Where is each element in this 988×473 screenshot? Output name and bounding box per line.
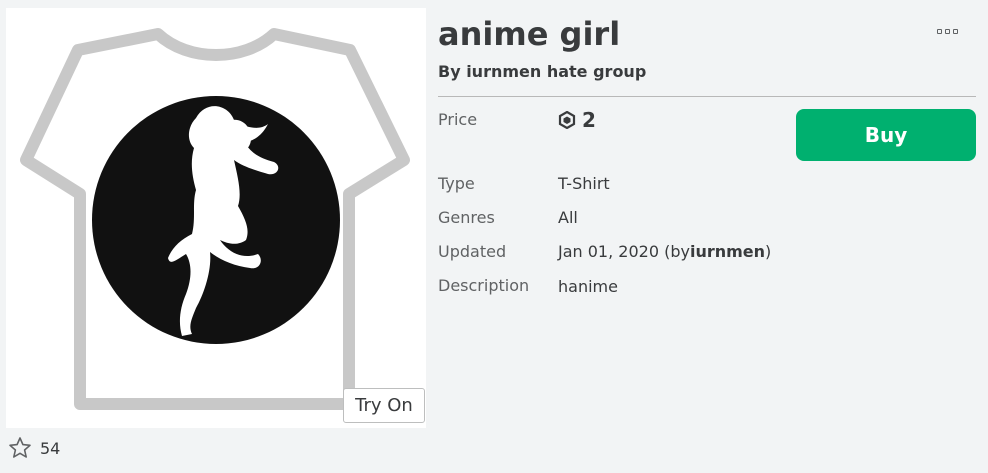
item-thumbnail: Try On	[6, 8, 426, 428]
creator-link[interactable]: By iurnmen hate group	[438, 62, 646, 81]
robux-icon	[558, 111, 576, 129]
try-on-button[interactable]: Try On	[343, 388, 425, 423]
description-label: Description	[438, 276, 530, 295]
updated-label: Updated	[438, 242, 507, 261]
genres-value[interactable]: All	[558, 208, 578, 227]
divider	[438, 96, 976, 97]
updated-value: Jan 01, 2020 (byiurnmen)	[558, 242, 771, 261]
star-icon[interactable]	[8, 436, 32, 460]
type-label: Type	[438, 174, 475, 193]
updated-by-prefix: (by	[664, 242, 690, 261]
tshirt-image	[20, 28, 410, 410]
description-value: hanime	[558, 277, 618, 296]
updated-date: Jan 01, 2020	[558, 242, 659, 261]
dot-icon	[953, 29, 958, 34]
buy-button[interactable]: Buy	[796, 109, 976, 161]
favorite-control[interactable]: 54	[8, 436, 60, 460]
updated-by-suffix: )	[765, 242, 772, 261]
genres-label: Genres	[438, 208, 495, 227]
item-title: anime girl	[438, 15, 621, 53]
updated-by-user-link[interactable]: iurnmen	[690, 242, 765, 261]
price-value: 2	[582, 108, 596, 132]
more-options-button[interactable]	[934, 26, 961, 37]
favorites-count: 54	[40, 438, 61, 458]
type-value: T-Shirt	[558, 174, 610, 193]
dot-icon	[937, 29, 942, 34]
dot-icon	[945, 29, 950, 34]
price-value-container: 2	[558, 108, 596, 132]
price-label: Price	[438, 110, 478, 129]
